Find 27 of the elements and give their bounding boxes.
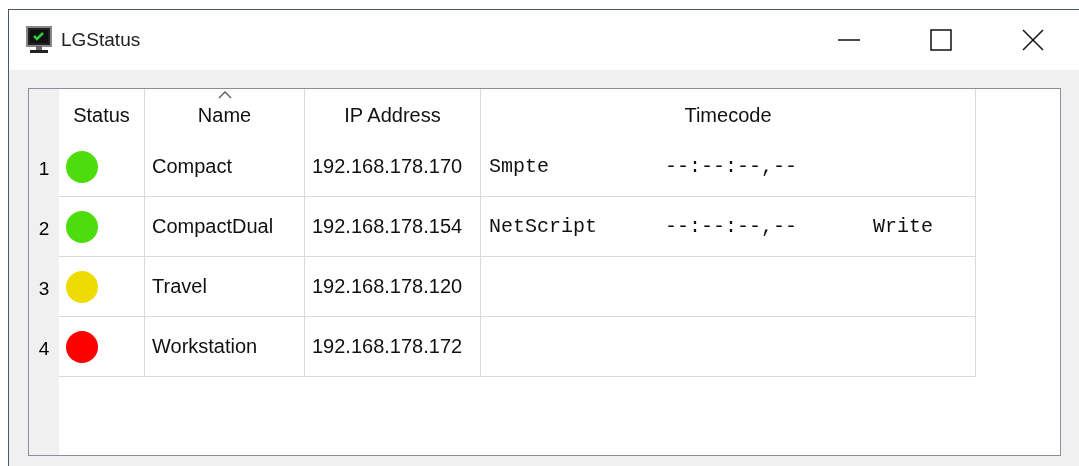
column-header[interactable]: Status [59,89,145,137]
column-header[interactable]: IP Address [305,89,481,137]
timecode-source: Smpte [489,155,550,178]
timecode-source: NetScript [489,215,599,238]
maximize-icon [930,29,952,51]
window-title: LGStatus [61,29,142,51]
table-cell: Compact [145,137,305,197]
timecode-mode: Write [873,215,933,238]
corner-header [29,89,59,137]
table-cell: 192.168.178.170 [305,137,481,197]
table-cell: CompactDual [145,197,305,257]
table-cell: Workstation [145,317,305,377]
column-header[interactable]: Name [145,89,305,137]
table-cell: 192.168.178.154 [305,197,481,257]
table-cell: 192.168.178.172 [305,317,481,377]
column-header[interactable]: Timecode [481,89,976,137]
timecode-value: --:--:--,-- [665,215,799,238]
timecode-value: --:--:--,-- [665,155,799,178]
table-cell: 192.168.178.120 [305,257,481,317]
table-cell: Travel [145,257,305,317]
monitor-icon [25,25,53,55]
row-number: 3 [29,257,59,317]
row-number: 4 [29,317,59,377]
minimize-icon [838,39,860,41]
close-icon [1022,29,1044,51]
row-number: 1 [29,137,59,197]
row-number: 2 [29,197,59,257]
